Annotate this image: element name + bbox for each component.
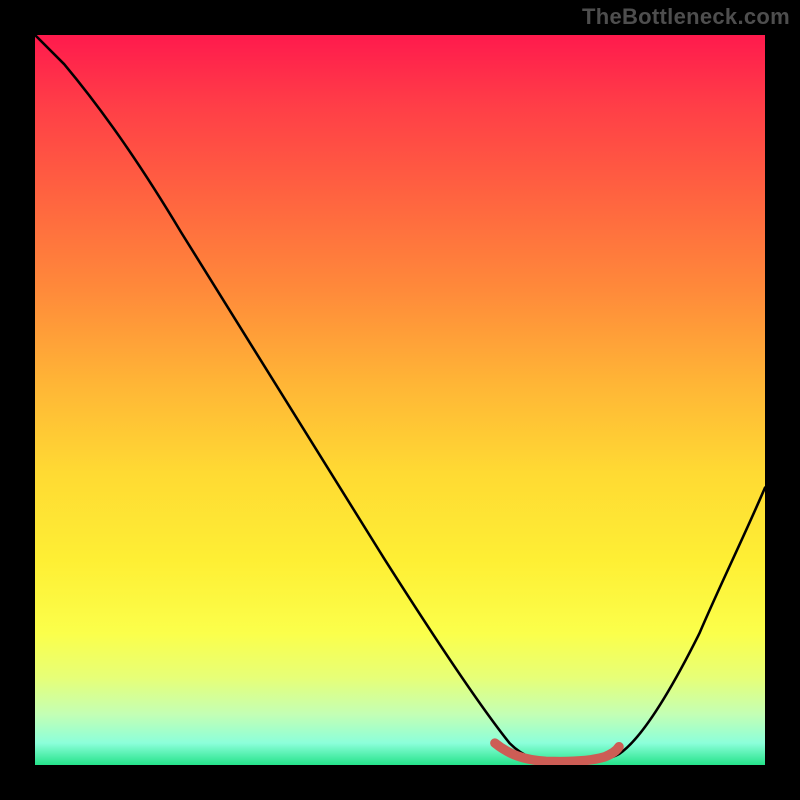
chart-frame: TheBottleneck.com bbox=[0, 0, 800, 800]
plot-area bbox=[35, 35, 765, 765]
watermark-label: TheBottleneck.com bbox=[582, 4, 790, 30]
curve-svg bbox=[35, 35, 765, 765]
bottleneck-curve bbox=[35, 35, 765, 763]
